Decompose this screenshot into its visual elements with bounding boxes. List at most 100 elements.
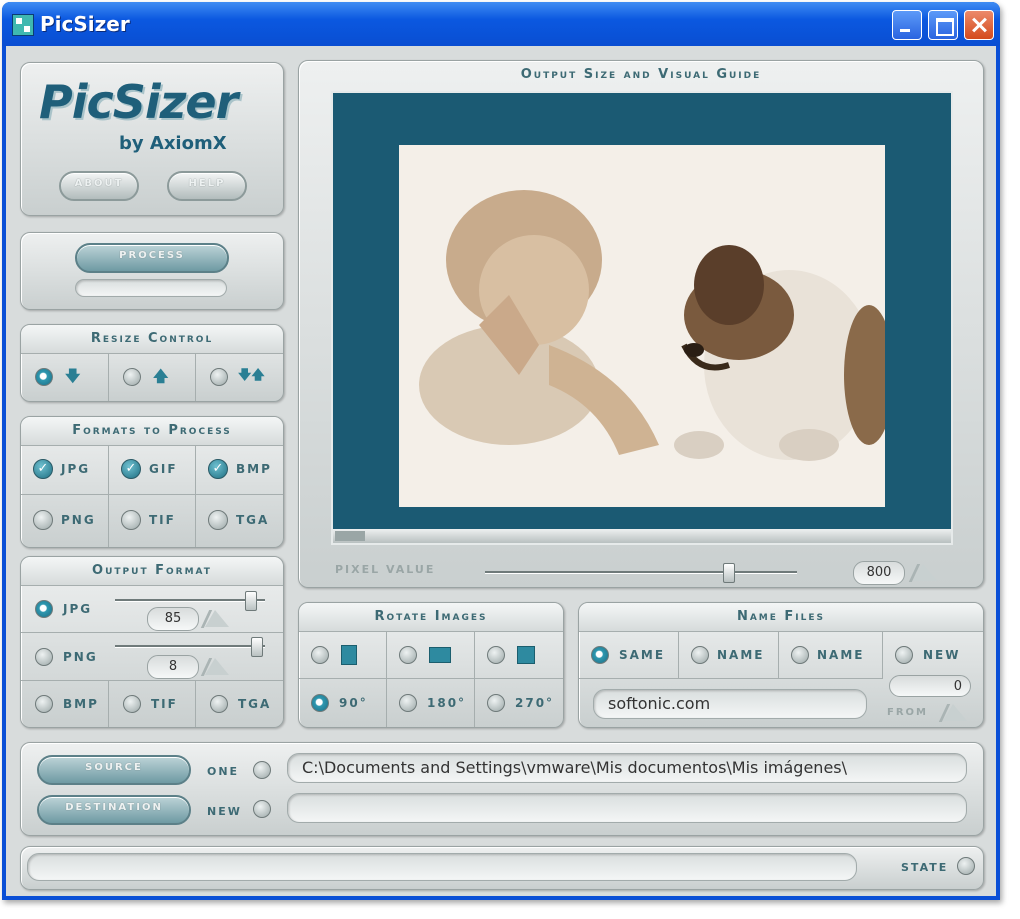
rotate-flip-horizontal-radio[interactable]: [399, 646, 417, 664]
rotate-180-label: 180°: [427, 696, 467, 710]
help-button[interactable]: HELP: [167, 171, 247, 201]
flip-horizontal-icon: [429, 647, 451, 663]
output-tga-radio[interactable]: [210, 695, 228, 713]
rotate-90-radio[interactable]: [311, 694, 329, 712]
rotate-90-label: 90°: [339, 696, 368, 710]
name-files-panel: Name Files SAME NAME NAME NEW softonic.c…: [578, 602, 984, 728]
name-new-option[interactable]: NEW: [883, 631, 983, 679]
rotate-270-label: 270°: [515, 696, 555, 710]
output-png-radio[interactable]: [35, 648, 53, 666]
output-bmp[interactable]: BMP: [21, 681, 109, 727]
process-button[interactable]: PROCESS: [75, 243, 229, 273]
rotate-270[interactable]: 270°: [475, 679, 563, 727]
jpg-quality-slider[interactable]: [115, 599, 265, 602]
rotate-flip-horizontal[interactable]: [387, 631, 475, 679]
source-path-field[interactable]: C:\Documents and Settings\vmware\Mis doc…: [287, 753, 967, 783]
jpg-quality-slider-thumb[interactable]: [245, 591, 257, 611]
format-gif[interactable]: ✓ GIF: [109, 445, 196, 495]
resize-both-option[interactable]: 🡇🡅: [196, 353, 283, 401]
minimize-button[interactable]: [892, 10, 922, 40]
format-png[interactable]: ✓ PNG: [21, 495, 109, 547]
output-jpg-radio[interactable]: [35, 600, 53, 618]
logo-wordmark: PicSizer: [39, 75, 238, 129]
output-tif-label: TIF: [151, 697, 178, 711]
rotate-images-title: Rotate Images: [299, 603, 563, 632]
source-button-label: SOURCE: [85, 762, 143, 773]
pixel-value-field[interactable]: 800: [853, 561, 905, 585]
name-new-radio[interactable]: [895, 646, 913, 664]
resize-shrink-radio[interactable]: [35, 368, 53, 386]
name-same-radio[interactable]: [591, 646, 609, 664]
name-suffix-option[interactable]: NAME: [779, 631, 883, 679]
png-compression-slider-thumb[interactable]: [251, 637, 263, 657]
format-tif-checkbox[interactable]: ✓: [121, 510, 141, 530]
jpg-quality-value[interactable]: 85: [147, 607, 199, 631]
help-button-label: HELP: [188, 178, 226, 189]
name-counter-adjust-icon[interactable]: [937, 701, 971, 723]
format-jpg[interactable]: ✓ JPG: [21, 445, 109, 495]
output-tga[interactable]: TGA: [196, 681, 283, 727]
resize-enlarge-radio[interactable]: [123, 368, 141, 386]
pixel-value-adjust-icon[interactable]: [907, 561, 941, 583]
output-tif-radio[interactable]: [123, 695, 141, 713]
png-compression-value[interactable]: 8: [147, 655, 199, 679]
name-suffix-label: NAME: [817, 648, 865, 662]
destination-button[interactable]: DESTINATION: [37, 795, 191, 825]
rotate-flip-both-radio[interactable]: [487, 646, 505, 664]
jpg-quality-adjust-icon[interactable]: [199, 607, 233, 629]
preview-scrollbar[interactable]: [333, 529, 951, 543]
preview-panel: Output Size and Visual Guide PIXEL VALUE…: [298, 60, 984, 588]
preview-scroll-thumb[interactable]: [335, 531, 365, 541]
format-tga[interactable]: ✓ TGA: [196, 495, 283, 547]
format-gif-checkbox[interactable]: ✓: [121, 459, 141, 479]
destination-new-radio[interactable]: [253, 800, 271, 818]
arrows-both-icon: 🡇🡅: [238, 368, 265, 383]
arrow-down-icon: 🡇: [65, 367, 81, 385]
rotate-90[interactable]: 90°: [299, 679, 387, 727]
rotate-flip-vertical[interactable]: [299, 631, 387, 679]
output-png-label: PNG: [63, 650, 98, 664]
resize-enlarge-option[interactable]: 🡅: [109, 353, 196, 401]
name-prefix-option[interactable]: NAME: [679, 631, 779, 679]
format-tif[interactable]: ✓ TIF: [109, 495, 196, 547]
rotate-flip-both[interactable]: [475, 631, 563, 679]
resize-shrink-option[interactable]: 🡇: [21, 353, 109, 401]
destination-path-field[interactable]: [287, 793, 967, 823]
pixel-value-slider-thumb[interactable]: [723, 563, 736, 583]
close-button[interactable]: [964, 10, 994, 40]
rotate-270-radio[interactable]: [487, 694, 505, 712]
output-bmp-radio[interactable]: [35, 695, 53, 713]
format-tga-checkbox[interactable]: ✓: [208, 510, 228, 530]
paths-panel: SOURCE DESTINATION ONE NEW C:\Documents …: [20, 742, 984, 836]
output-tif[interactable]: TIF: [109, 681, 196, 727]
rotate-180-radio[interactable]: [399, 694, 417, 712]
status-panel: STATE: [20, 846, 984, 890]
pixel-value-slider[interactable]: [485, 571, 797, 574]
source-one-radio[interactable]: [253, 761, 271, 779]
about-button[interactable]: ABOUT: [59, 171, 139, 201]
about-button-label: ABOUT: [74, 178, 124, 189]
rotate-flip-vertical-radio[interactable]: [311, 646, 329, 664]
status-message-field: [27, 853, 857, 881]
resize-both-radio[interactable]: [210, 368, 228, 386]
format-jpg-checkbox[interactable]: ✓: [33, 459, 53, 479]
format-png-checkbox[interactable]: ✓: [33, 510, 53, 530]
png-compression-adjust-icon[interactable]: [199, 655, 233, 677]
app-icon: [12, 14, 34, 36]
title-bar[interactable]: PicSizer: [2, 2, 1000, 46]
maximize-button[interactable]: [928, 10, 958, 40]
rotate-180[interactable]: 180°: [387, 679, 475, 727]
source-button[interactable]: SOURCE: [37, 755, 191, 785]
preview-area: [331, 91, 953, 545]
name-text-input[interactable]: softonic.com: [593, 689, 867, 719]
name-counter-field[interactable]: 0: [889, 675, 971, 697]
name-suffix-radio[interactable]: [791, 646, 809, 664]
png-compression-slider[interactable]: [115, 645, 265, 648]
resize-control-panel: Resize Control 🡇 🡅 🡇🡅: [20, 324, 284, 402]
format-bmp[interactable]: ✓ BMP: [196, 445, 283, 495]
source-one-label: ONE: [207, 765, 240, 778]
flip-both-icon: [517, 646, 535, 664]
format-bmp-checkbox[interactable]: ✓: [208, 459, 228, 479]
name-prefix-radio[interactable]: [691, 646, 709, 664]
name-same-option[interactable]: SAME: [579, 631, 679, 679]
